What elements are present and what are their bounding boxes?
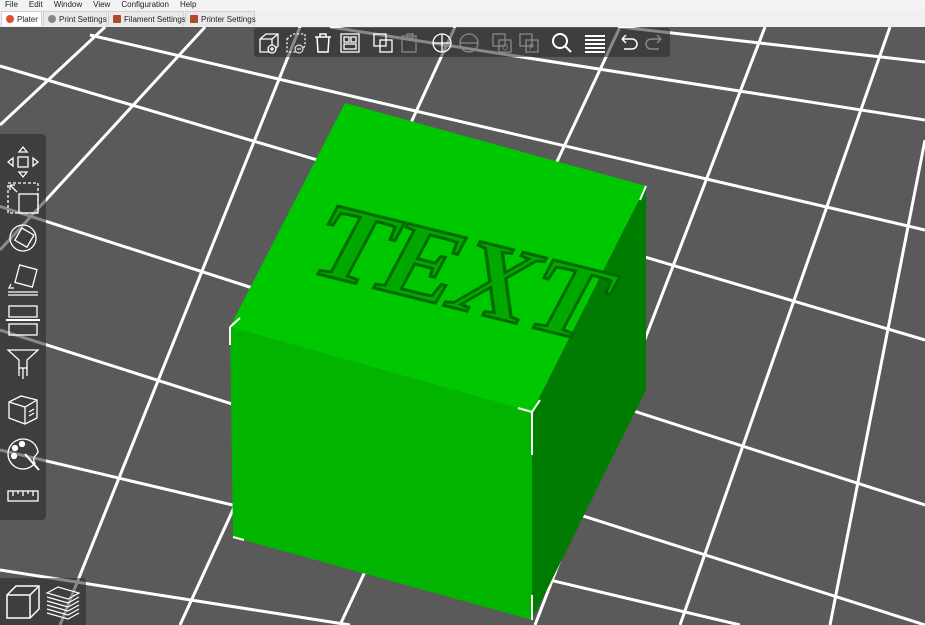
tab-bar: Plater Print Settings Filament Settings … (0, 10, 925, 28)
top-toolbar: O P (254, 28, 670, 57)
rotate-icon[interactable] (5, 220, 41, 256)
undo-icon[interactable] (616, 31, 640, 55)
svg-text:O: O (502, 43, 508, 52)
menu-help[interactable]: Help (180, 0, 196, 9)
svg-text:P: P (529, 43, 534, 52)
menu-bar: File Edit Window View Configuration Help (0, 0, 925, 10)
seam-painting-icon[interactable] (5, 436, 41, 472)
add-instance-icon[interactable] (430, 31, 454, 55)
embossed-text-layer: TEXT (289, 181, 635, 364)
3d-view-icon[interactable] (4, 583, 42, 621)
copy-icon[interactable] (371, 31, 395, 55)
view-switcher (0, 578, 86, 625)
split-objects-icon[interactable]: O (490, 31, 514, 55)
layers-editing-icon[interactable] (583, 31, 607, 55)
tab-print-settings[interactable]: Print Settings (43, 11, 107, 26)
cut-icon[interactable] (5, 302, 41, 338)
3d-viewport[interactable]: TEXT (0, 27, 925, 625)
tab-label: Filament Settings (124, 15, 186, 24)
tab-label: Print Settings (59, 15, 107, 24)
menu-view[interactable]: View (93, 0, 110, 9)
menu-configuration[interactable]: Configuration (121, 0, 169, 9)
preview-icon[interactable] (44, 583, 82, 621)
fdm-supports-icon[interactable] (5, 392, 41, 428)
spool-icon (113, 15, 121, 23)
menu-file[interactable]: File (5, 0, 18, 9)
tab-printer-settings[interactable]: Printer Settings (185, 11, 256, 26)
menu-edit[interactable]: Edit (29, 0, 43, 9)
gear-icon (48, 15, 56, 23)
remove-instance-icon[interactable] (457, 31, 481, 55)
tab-label: Printer Settings (201, 15, 256, 24)
tab-filament-settings[interactable]: Filament Settings (108, 11, 186, 26)
delete-all-icon[interactable] (311, 31, 335, 55)
menu-window[interactable]: Window (54, 0, 82, 9)
redo-icon[interactable] (643, 31, 667, 55)
scale-icon[interactable] (5, 180, 41, 216)
embossed-text: TEXT (291, 182, 634, 362)
printer-icon (190, 15, 198, 23)
gizmo-toolbar (0, 134, 46, 520)
add-icon[interactable] (257, 31, 281, 55)
arrange-icon[interactable] (338, 31, 362, 55)
paint-supports-icon[interactable] (5, 346, 41, 382)
tab-plater[interactable]: Plater (1, 11, 42, 26)
split-parts-icon[interactable]: P (517, 31, 541, 55)
tab-label: Plater (17, 15, 38, 24)
search-icon[interactable] (550, 31, 574, 55)
place-on-face-icon[interactable] (5, 262, 41, 298)
paste-icon[interactable] (398, 31, 422, 55)
measure-icon[interactable] (5, 484, 41, 508)
plater-icon (6, 15, 14, 23)
move-icon[interactable] (5, 144, 41, 180)
delete-icon[interactable] (284, 31, 308, 55)
